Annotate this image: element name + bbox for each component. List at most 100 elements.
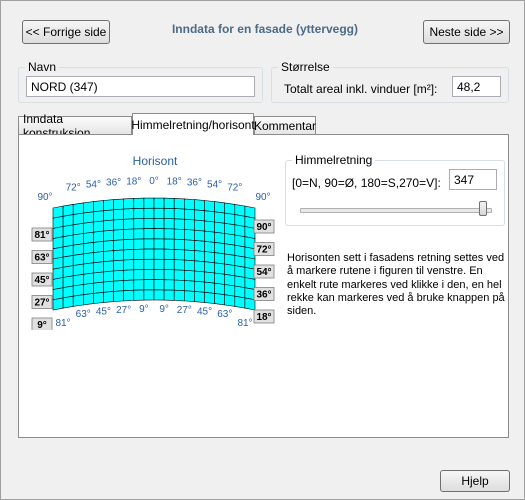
horizon-cell[interactable]	[82, 252, 94, 265]
horizon-cell[interactable]	[184, 198, 195, 211]
horizon-cell[interactable]	[113, 280, 124, 292]
horizon-cell[interactable]	[62, 295, 74, 309]
horizon-cell[interactable]	[82, 231, 94, 245]
next-page-button[interactable]: Neste side >>	[423, 20, 510, 44]
horizon-cell[interactable]	[103, 280, 114, 293]
horizon-cell[interactable]	[234, 255, 246, 268]
horizon-cell[interactable]	[163, 228, 175, 240]
horizon-cell[interactable]	[163, 218, 175, 230]
horizon-cell[interactable]	[133, 197, 145, 209]
horizon-cell[interactable]	[62, 234, 74, 248]
horizon-cell[interactable]	[93, 271, 104, 284]
horizon-cell[interactable]	[234, 234, 246, 248]
horizon-cell[interactable]	[163, 258, 175, 271]
horizon-cell[interactable]	[143, 228, 155, 240]
horizon-cell[interactable]	[224, 273, 236, 287]
horizon-cell[interactable]	[72, 273, 84, 287]
horizon-cell[interactable]	[234, 295, 246, 309]
horizon-cell[interactable]	[173, 259, 185, 271]
horizon-cell[interactable]	[62, 224, 74, 238]
horizon-cell[interactable]	[103, 209, 114, 222]
horizon-cell[interactable]	[204, 200, 215, 213]
horizon-cell[interactable]	[72, 243, 84, 256]
horizon-cell[interactable]	[143, 289, 155, 301]
horizon-cell[interactable]	[204, 251, 215, 264]
horizon-cell[interactable]	[153, 279, 165, 291]
horizon-cell[interactable]	[52, 297, 64, 311]
horizon-cell[interactable]	[143, 269, 155, 281]
horizon-cell[interactable]	[234, 204, 246, 217]
horizon-cell[interactable]	[82, 201, 94, 214]
horizon-cell[interactable]	[204, 291, 215, 304]
horizon-cell[interactable]	[103, 260, 114, 273]
horizon-cell[interactable]	[163, 289, 175, 301]
horizon-grid[interactable]	[52, 197, 256, 311]
horizon-cell[interactable]	[143, 238, 155, 250]
horizon-elevation-buttons-right[interactable]: 90° 72° 54° 36° 18°	[253, 219, 275, 324]
horizon-cell[interactable]	[93, 200, 104, 213]
horizon-cell[interactable]	[153, 238, 165, 250]
horizon-cell[interactable]	[113, 229, 124, 241]
tab-kommentar[interactable]: Kommentar	[254, 116, 316, 134]
horizon-cell[interactable]	[143, 197, 155, 209]
horizon-cell[interactable]	[133, 218, 145, 230]
horizon-cell[interactable]	[82, 262, 94, 275]
horizon-cell[interactable]	[173, 279, 185, 292]
horizon-cell[interactable]	[82, 211, 94, 224]
horizon-cell[interactable]	[123, 218, 135, 230]
horizon-cell[interactable]	[93, 291, 104, 304]
horizon-cell[interactable]	[133, 248, 145, 260]
horizon-cell[interactable]	[214, 262, 225, 275]
horizon-cell[interactable]	[93, 210, 104, 223]
horizon-cell[interactable]	[82, 242, 94, 255]
horizon-cell[interactable]	[163, 207, 175, 220]
horizon-cell[interactable]	[103, 199, 114, 212]
horizon-cell[interactable]	[93, 240, 104, 253]
horizon-cell[interactable]	[163, 238, 175, 250]
horizon-cell[interactable]	[204, 271, 215, 284]
horizon-cell[interactable]	[133, 207, 145, 220]
horizon-cell[interactable]	[214, 252, 225, 265]
horizon-cell[interactable]	[234, 214, 246, 227]
horizon-cell[interactable]	[62, 204, 74, 217]
horizon-cell[interactable]	[194, 219, 205, 232]
horizon-cell[interactable]	[133, 289, 145, 301]
horizon-cell[interactable]	[143, 218, 155, 230]
horizon-cell[interactable]	[224, 233, 236, 246]
horizon-cell[interactable]	[214, 293, 225, 306]
horizon-cell[interactable]	[244, 297, 256, 311]
horizon-cell[interactable]	[234, 275, 246, 289]
horizon-cell[interactable]	[204, 281, 215, 294]
horizon-cell[interactable]	[82, 272, 94, 285]
horizon-cell[interactable]	[163, 248, 175, 260]
horizon-cell[interactable]	[173, 228, 185, 241]
horizon-cell[interactable]	[204, 230, 215, 243]
previous-page-button[interactable]: << Forrige side	[22, 20, 110, 44]
horizon-cell[interactable]	[93, 251, 104, 264]
horizon-cell[interactable]	[62, 244, 74, 258]
horizon-cell[interactable]	[72, 222, 84, 236]
horizon-cell[interactable]	[103, 291, 114, 303]
horizon-cell[interactable]	[72, 263, 84, 277]
horizon-cell[interactable]	[123, 198, 135, 210]
horizon-cell[interactable]	[72, 253, 84, 266]
horizon-cell[interactable]	[123, 269, 135, 281]
horizon-cell[interactable]	[123, 238, 135, 251]
horizon-cell[interactable]	[113, 259, 124, 272]
horizon-cell[interactable]	[204, 210, 215, 223]
tab-inndata-konstruksjon[interactable]: Inndata konstruksjon	[18, 112, 132, 140]
horizon-cell[interactable]	[194, 229, 205, 242]
horizon-cell[interactable]	[103, 240, 114, 252]
horizon-cell[interactable]	[194, 240, 205, 252]
horizon-cell[interactable]	[113, 198, 124, 211]
horizon-cell[interactable]	[123, 249, 135, 261]
horizon-cell[interactable]	[103, 250, 114, 263]
horizon-cell[interactable]	[234, 265, 246, 278]
horizon-cell[interactable]	[153, 207, 165, 219]
horizon-cell[interactable]	[184, 208, 195, 221]
horizon-cell[interactable]	[123, 259, 135, 271]
horizon-cell[interactable]	[72, 212, 84, 226]
horizon-cell[interactable]	[194, 280, 205, 293]
horizon-elevation-buttons-left[interactable]: 81° 63° 45° 27° 9°	[31, 227, 53, 330]
horizon-cell[interactable]	[62, 214, 74, 227]
